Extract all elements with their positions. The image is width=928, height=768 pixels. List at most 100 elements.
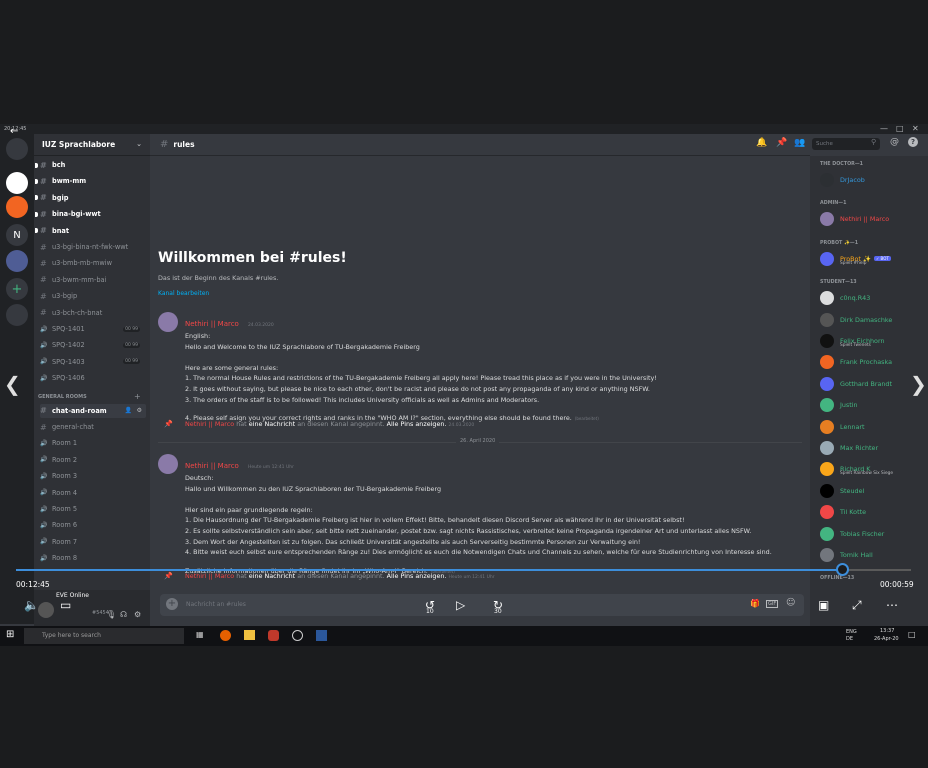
- task-view-icon[interactable]: ▦: [196, 630, 204, 639]
- voice-channel-room[interactable]: 🔊 Room 7: [40, 535, 146, 549]
- avatar[interactable]: [158, 454, 178, 474]
- channel-u3-bgi-bina-nt-fwk-wwt[interactable]: # u3-bgi-bina-nt-fwk-wwt: [40, 240, 146, 254]
- invite-icon[interactable]: 👤: [125, 407, 132, 414]
- headphones-icon[interactable]: ☊: [120, 610, 127, 619]
- member-item[interactable]: Til Kotte: [820, 504, 926, 520]
- voice-channel-SPQ-1401[interactable]: 🔊 SPQ-1401 00 99: [40, 322, 146, 336]
- message-composer[interactable]: + Nachricht an #rules 🎁 GIF ☺: [160, 594, 804, 616]
- discord-icon[interactable]: [6, 138, 28, 160]
- server-art-icon[interactable]: [6, 250, 28, 272]
- member-item[interactable]: DrJacob: [820, 172, 926, 188]
- more-options-icon[interactable]: ⋯: [886, 598, 898, 612]
- search-input[interactable]: Suche: [812, 138, 880, 150]
- pin-message-link[interactable]: eine Nachricht: [249, 572, 295, 580]
- gif-icon[interactable]: GIF: [766, 600, 779, 608]
- channel-u3-bmb-mb-mwiw[interactable]: # u3-bmb-mb-mwiw: [40, 256, 146, 270]
- channel-bina-bgi-wwt[interactable]: # bina-bgi-wwt: [35, 207, 146, 221]
- previous-arrow-icon[interactable]: ❮: [4, 372, 21, 396]
- region-indicator[interactable]: DE: [846, 636, 853, 642]
- file-explorer-icon[interactable]: [244, 630, 255, 640]
- member-item[interactable]: c0nq.R43: [820, 290, 926, 306]
- member-item[interactable]: Tobias Fischer: [820, 526, 926, 542]
- rewind-10-button[interactable]: ↺ 10: [420, 598, 440, 615]
- gift-icon[interactable]: 🎁: [750, 599, 760, 608]
- all-pins-link[interactable]: Alle Pins anzeigen.: [387, 572, 447, 580]
- cast-icon[interactable]: ▭: [60, 598, 71, 612]
- channel-bwm-mm[interactable]: # bwm-mm: [35, 174, 146, 188]
- channel-bgip[interactable]: # bgip: [35, 191, 146, 205]
- close-button[interactable]: ✕: [912, 124, 919, 134]
- member-item[interactable]: Max Richter: [820, 440, 926, 456]
- voice-channel-room[interactable]: 🔊 Room 3: [40, 469, 146, 483]
- member-item[interactable]: Lennart: [820, 419, 926, 435]
- play-icon[interactable]: ▷: [456, 598, 465, 612]
- voice-channel-room[interactable]: 🔊 Room 4: [40, 486, 146, 500]
- channel-u3-bwm-mm-bai[interactable]: # u3-bwm-mm-bai: [40, 273, 146, 287]
- taskbar-date[interactable]: 26-Apr-20: [874, 636, 899, 642]
- member-item[interactable]: Tomik Hall: [820, 547, 926, 563]
- upload-plus-icon[interactable]: +: [166, 598, 178, 610]
- voice-channel-SPQ-1402[interactable]: 🔊 SPQ-1402 00 99: [40, 338, 146, 352]
- voice-channel-room[interactable]: 🔊 Room 5: [40, 502, 146, 516]
- forward-30-button[interactable]: ↻ 30: [488, 598, 508, 615]
- help-icon[interactable]: ?: [908, 137, 918, 147]
- video-scrubber[interactable]: [16, 569, 911, 571]
- member-item[interactable]: Justin: [820, 397, 926, 413]
- notifications-icon[interactable]: □: [908, 630, 916, 639]
- channel-bch[interactable]: # bch: [35, 158, 146, 172]
- pin-message-link[interactable]: eine Nachricht: [249, 420, 295, 428]
- channel-bnat[interactable]: # bnat: [35, 224, 146, 238]
- firefox-icon[interactable]: [220, 630, 231, 641]
- picture-in-picture-icon[interactable]: ▣: [818, 598, 829, 612]
- voice-channel-room[interactable]: 🔊 Room 1: [40, 436, 146, 450]
- app-icon[interactable]: [268, 630, 279, 641]
- bell-icon[interactable]: 🔔: [756, 138, 767, 148]
- channel-u3-bch-ch-bnat[interactable]: # u3-bch-ch-bnat: [40, 306, 146, 320]
- gear-icon[interactable]: ⚙: [137, 407, 142, 414]
- windows-start-icon[interactable]: ⊞: [6, 629, 14, 640]
- channel-general-chat[interactable]: # general-chat: [40, 420, 146, 434]
- member-item[interactable]: Steudel: [820, 483, 926, 499]
- maximize-button[interactable]: □: [896, 124, 904, 134]
- mention-icon[interactable]: @: [890, 137, 899, 147]
- members-icon[interactable]: 👥: [794, 138, 805, 148]
- voice-channel-SPQ-1406[interactable]: 🔊 SPQ-1406: [40, 371, 146, 385]
- all-pins-link[interactable]: Alle Pins anzeigen.: [387, 420, 447, 428]
- settings-gear-icon[interactable]: ⚙: [134, 610, 141, 619]
- exit-fullscreen-icon[interactable]: ⤢: [852, 598, 862, 613]
- pin-author[interactable]: Nethiri || Marco: [185, 420, 234, 428]
- back-arrow-icon[interactable]: ←: [10, 126, 18, 137]
- voice-channel-room[interactable]: 🔊 Room 8: [40, 551, 146, 565]
- minimize-button[interactable]: —: [880, 124, 888, 134]
- voice-channel-room[interactable]: 🔊 Room 2: [40, 453, 146, 467]
- member-item[interactable]: ProBot ✨ ✓ BOT Spielt #help: [820, 251, 926, 267]
- member-item[interactable]: Frank Prochaska: [820, 354, 926, 370]
- voice-channel-SPQ-1403[interactable]: 🔊 SPQ-1403 00 99: [40, 355, 146, 369]
- channel-u3-bgip[interactable]: # u3-bgip: [40, 289, 146, 303]
- server-n-icon[interactable]: N: [6, 224, 28, 246]
- emoji-icon[interactable]: ☺: [786, 598, 795, 608]
- next-arrow-icon[interactable]: ❯: [910, 372, 927, 396]
- channel-chat-and-roam[interactable]: # chat-and-roam 👤 ⚙: [40, 403, 146, 418]
- microphone-icon[interactable]: 🎙: [106, 610, 116, 619]
- edit-channel-link[interactable]: Kanal bearbeiten: [158, 290, 209, 297]
- add-channel-icon[interactable]: +: [134, 392, 141, 401]
- add-server-icon[interactable]: +: [6, 278, 28, 300]
- server-header[interactable]: IUZ Sprachlabore ⌄: [34, 134, 150, 156]
- language-indicator[interactable]: ENG: [846, 629, 857, 635]
- video-scrubber-knob[interactable]: [836, 563, 850, 576]
- member-item[interactable]: Richard K Spielt Rainbow Six Siege: [820, 461, 926, 477]
- message-author[interactable]: Nethiri || Marco: [185, 462, 239, 470]
- pin-icon[interactable]: 📌: [776, 138, 787, 148]
- voice-channel-room[interactable]: 🔊 Room 6: [40, 518, 146, 532]
- volume-icon[interactable]: 🔈: [24, 598, 39, 612]
- category-general-rooms[interactable]: GENERAL ROOMS: [38, 394, 87, 400]
- explore-icon[interactable]: [6, 304, 28, 326]
- browser-icon[interactable]: [292, 630, 303, 641]
- taskbar-search-input[interactable]: Type here to search: [24, 628, 184, 644]
- member-item[interactable]: Felix Eichhorn Spielt Twenets: [820, 333, 926, 349]
- message-author[interactable]: Nethiri || Marco: [185, 320, 239, 328]
- server-orange-icon[interactable]: [6, 196, 28, 218]
- word-icon[interactable]: [316, 630, 327, 641]
- member-item[interactable]: Nethiri || Marco: [820, 211, 926, 227]
